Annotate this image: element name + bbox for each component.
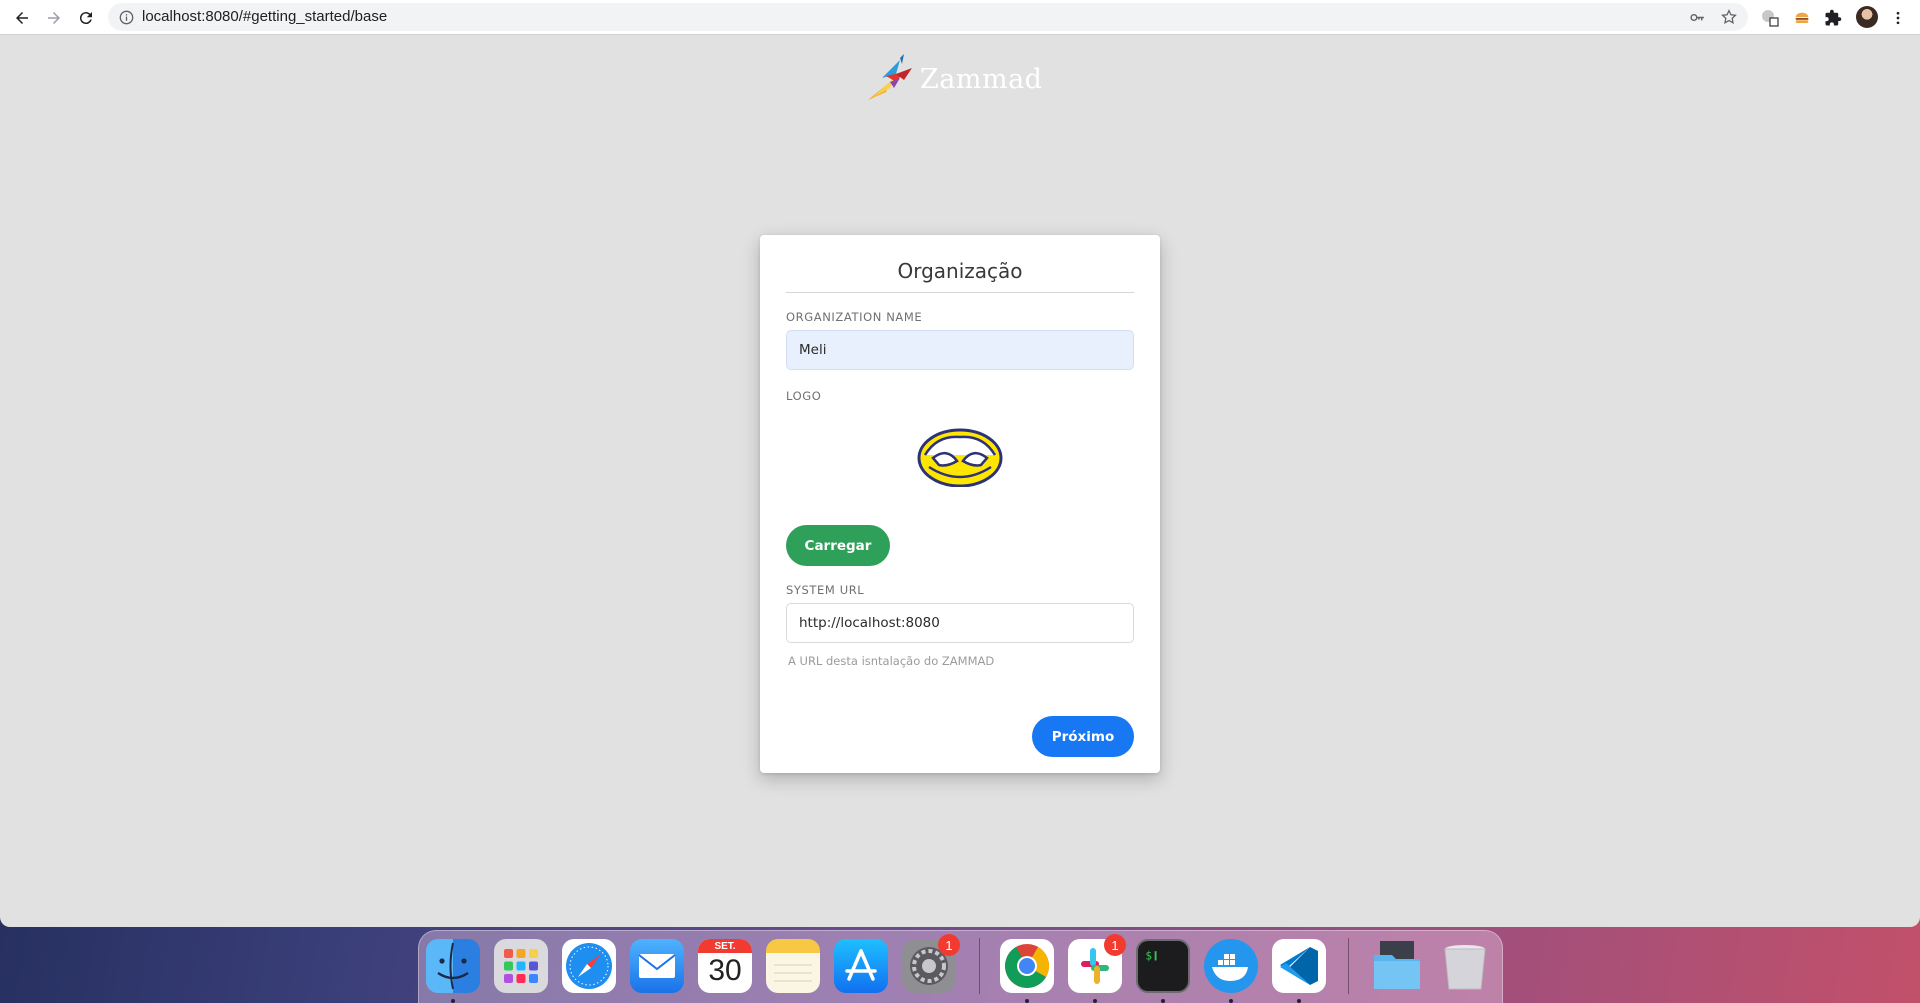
zammad-bird-icon [868, 54, 912, 100]
dock-separator [1348, 938, 1349, 994]
dock-mail-icon[interactable] [630, 939, 684, 993]
calendar-month: SET. [698, 939, 752, 953]
running-indicator [1161, 999, 1165, 1003]
forward-arrow-icon[interactable] [42, 6, 66, 30]
dock-safari-icon[interactable] [562, 939, 616, 993]
burger-extension-icon[interactable] [1792, 8, 1812, 28]
running-indicator [1093, 999, 1097, 1003]
brand-name: Zammad [920, 64, 1043, 95]
dock-finder-icon[interactable] [426, 939, 480, 993]
dock-calendar-icon[interactable]: SET. 30 [698, 939, 752, 993]
dock-notes-icon[interactable] [766, 939, 820, 993]
running-indicator [451, 999, 455, 1003]
dock-terminal-icon[interactable]: $ [1136, 939, 1190, 993]
bookmark-star-icon[interactable] [1720, 8, 1738, 26]
browser-toolbar: localhost:8080/#getting_started/base [0, 0, 1920, 35]
dock-downloads-folder-icon[interactable] [1370, 939, 1424, 993]
card-title: Organização [786, 257, 1134, 293]
system-preferences-badge: 1 [938, 934, 960, 956]
reload-icon[interactable] [74, 6, 98, 30]
system-url-input[interactable] [786, 603, 1134, 643]
organization-name-input[interactable] [786, 330, 1134, 370]
next-button[interactable]: Próximo [1032, 716, 1134, 757]
profile-avatar[interactable] [1856, 6, 1878, 28]
puzzle-extensions-icon[interactable] [1823, 8, 1843, 28]
running-indicator [1297, 999, 1301, 1003]
dock-launchpad-icon[interactable] [494, 939, 548, 993]
site-info-icon[interactable] [118, 9, 134, 25]
dock-docker-icon[interactable] [1204, 939, 1258, 993]
dock-vscode-icon[interactable] [1272, 939, 1326, 993]
slack-badge: 1 [1104, 934, 1126, 956]
organization-name-label: ORGANIZATION NAME [786, 310, 923, 324]
back-arrow-icon[interactable] [10, 6, 34, 30]
dock-trash-icon[interactable] [1438, 939, 1492, 993]
dock-chrome-icon[interactable] [1000, 939, 1054, 993]
running-indicator [1229, 999, 1233, 1003]
calendar-day: 30 [708, 954, 742, 987]
dock-separator [979, 938, 980, 994]
upload-logo-button[interactable]: Carregar [786, 525, 890, 566]
running-indicator [1025, 999, 1029, 1003]
system-url-label: SYSTEM URL [786, 583, 865, 597]
dock-app-store-icon[interactable] [834, 939, 888, 993]
url-text[interactable]: localhost:8080/#getting_started/base [142, 3, 387, 31]
kebab-menu-icon[interactable] [1888, 8, 1908, 28]
translate-extension-icon[interactable] [1760, 8, 1780, 28]
zammad-logo: Zammad [860, 52, 1043, 106]
organization-logo-image [917, 428, 1003, 487]
address-bar[interactable]: localhost:8080/#getting_started/base [108, 3, 1748, 31]
key-icon[interactable] [1688, 8, 1706, 26]
browser-window: localhost:8080/#getting_started/base Zam… [0, 0, 1920, 927]
logo-label: LOGO [786, 389, 822, 403]
system-url-help-text: A URL desta isntalação do ZAMMAD [788, 654, 995, 668]
svg-text:$: $ [1145, 950, 1152, 963]
organization-setup-card: Organização ORGANIZATION NAME LOGO Carre… [760, 235, 1160, 773]
